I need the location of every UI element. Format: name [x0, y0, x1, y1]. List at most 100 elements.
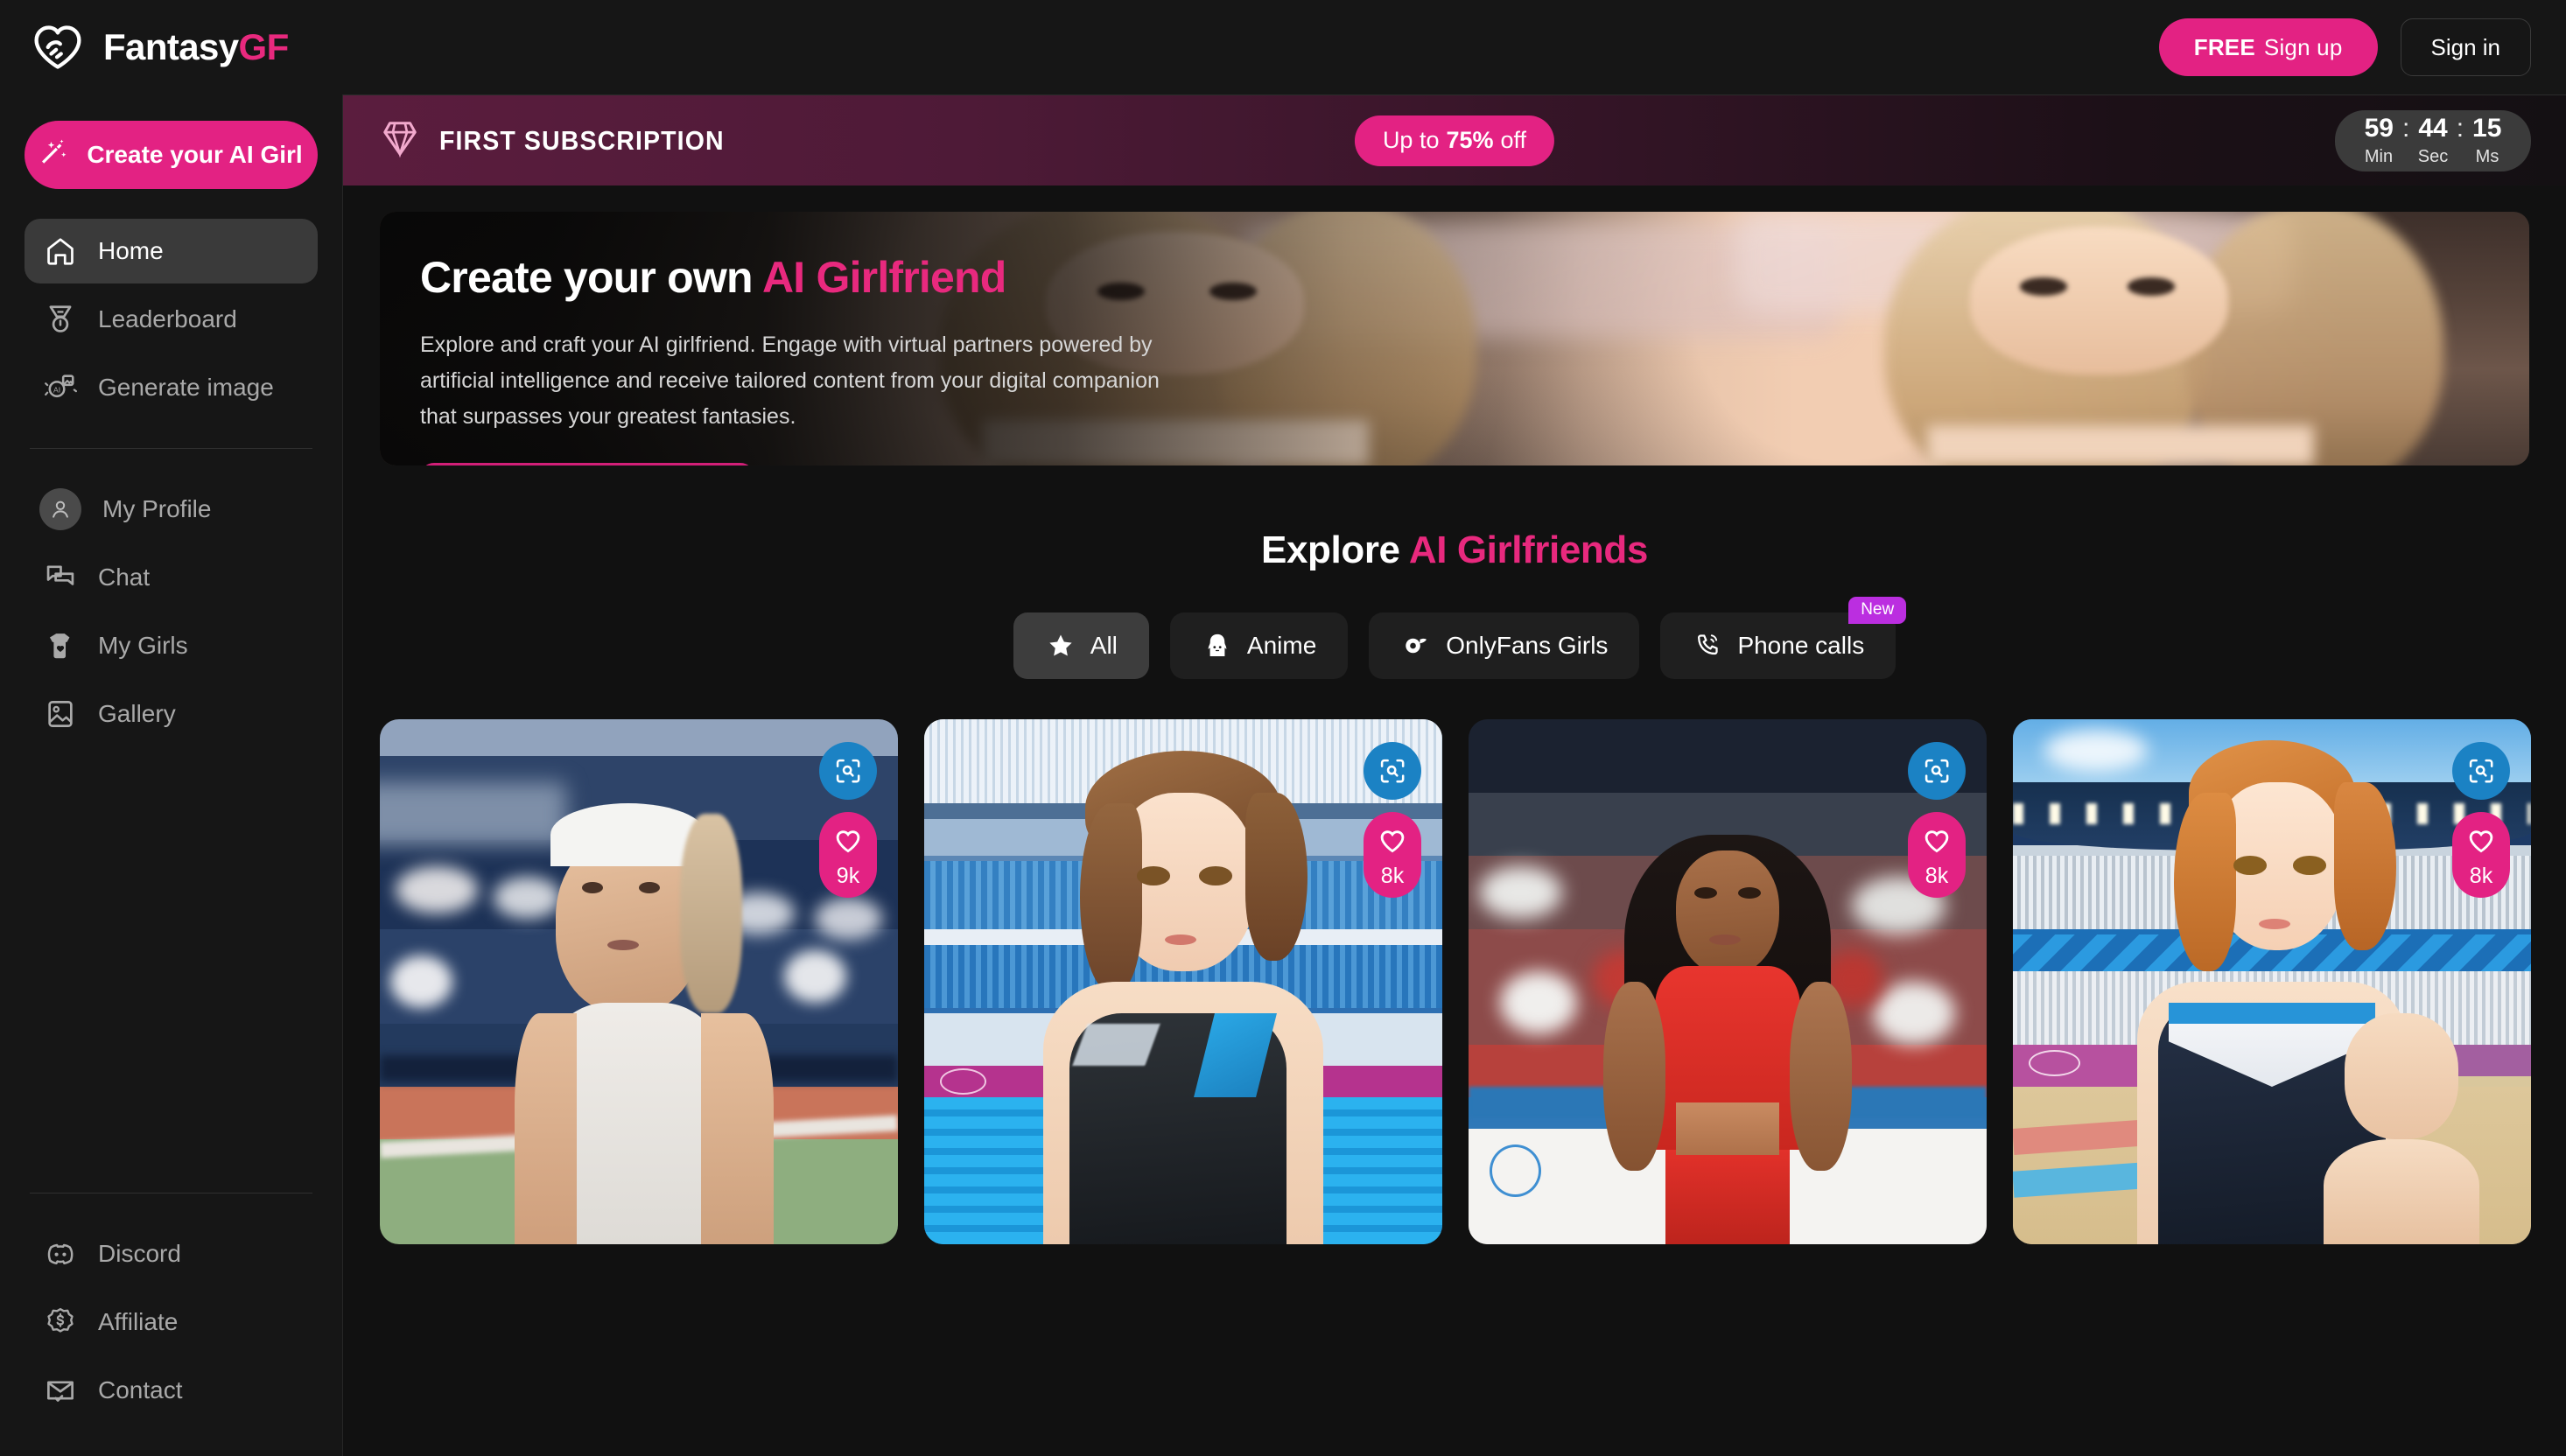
home-icon	[44, 234, 77, 268]
tab-anime[interactable]: Anime	[1169, 612, 1349, 679]
first-subscription-banner[interactable]: FIRST SUBSCRIPTION Up to 75% off 59 : 44…	[343, 94, 2566, 186]
sidebar-item-my-profile[interactable]: My Profile	[25, 477, 318, 542]
sidebar-item-discord[interactable]: Discord	[25, 1222, 318, 1286]
card-badges: 8k	[1908, 742, 1966, 898]
heart-icon	[1378, 826, 1407, 858]
sidebar-item-leaderboard[interactable]: Leaderboard	[25, 287, 318, 352]
girl-card[interactable]: 8k	[1469, 719, 1987, 1244]
create-ai-girl-label: Create your AI Girl	[87, 141, 303, 168]
sidebar-item-gallery[interactable]: Gallery	[25, 682, 318, 746]
heart-icon	[1922, 826, 1952, 858]
hero-title: Create your own AI Girlfriend	[420, 252, 1299, 303]
girl-card[interactable]: 9k	[380, 719, 898, 1244]
tab-all[interactable]: All	[1013, 612, 1149, 679]
brand-name: FantasyGF	[103, 26, 289, 67]
sidebar-item-my-girls-label: My Girls	[98, 632, 188, 659]
svg-text:AI: AI	[53, 385, 60, 394]
timer-label-min: Min	[2364, 147, 2394, 166]
top-actions: FREE Sign up Sign in	[2158, 18, 2531, 76]
tab-all-label: All	[1090, 632, 1118, 659]
phone-waves-icon	[1692, 630, 1723, 662]
explore-heading-accent: AI Girlfriends	[1408, 528, 1649, 571]
explore-heading: Explore AI Girlfriends	[343, 528, 2566, 572]
dress-heart-icon	[44, 629, 77, 662]
hero-text-block: Create your own AI Girlfriend Explore an…	[380, 212, 1299, 466]
sidebar-item-affiliate[interactable]: Affiliate	[25, 1290, 318, 1354]
like-count: 8k	[1924, 864, 1949, 888]
signin-button[interactable]: Sign in	[2400, 18, 2531, 76]
scan-search-icon[interactable]	[1364, 742, 1421, 800]
tab-anime-label: Anime	[1246, 632, 1317, 659]
sidebar-item-discord-label: Discord	[98, 1240, 181, 1267]
sidebar-item-chat[interactable]: Chat	[25, 545, 318, 610]
offer-prefix: Up to	[1382, 127, 1440, 153]
sidebar-item-generate-image[interactable]: AI Generate image	[25, 355, 318, 420]
girl-card[interactable]: 8k	[2013, 719, 2531, 1244]
timer-separator-1: :	[2401, 114, 2410, 143]
girl-cards-grid: 9k 8k 8k 8k	[380, 719, 2531, 1244]
sidebar: Create your AI Girl Home Leaderboard AI …	[0, 94, 343, 1456]
promo-offer-badge[interactable]: Up to 75% off	[1354, 115, 1555, 166]
tab-phone-calls[interactable]: Phone calls New	[1660, 597, 1907, 679]
sidebar-item-contact-label: Contact	[98, 1376, 183, 1404]
sidebar-item-affiliate-label: Affiliate	[98, 1308, 179, 1335]
hero-title-plain: Create your own	[420, 253, 762, 302]
sidebar-item-home-label: Home	[98, 237, 164, 264]
sidebar-item-contact[interactable]: Contact	[25, 1358, 318, 1423]
scan-search-icon[interactable]	[819, 742, 877, 800]
tab-phone-calls-label: Phone calls	[1737, 632, 1865, 659]
envelope-check-icon	[44, 1374, 77, 1407]
sidebar-item-leaderboard-label: Leaderboard	[98, 305, 237, 332]
sidebar-item-my-girls[interactable]: My Girls	[25, 613, 318, 678]
timer-label-sec: Sec	[2417, 147, 2449, 166]
like-button[interactable]: 9k	[819, 812, 877, 898]
heart-icon	[2466, 826, 2496, 858]
category-tabs: All Anime OnlyFans Girls Phone calls New	[343, 597, 2566, 679]
brand-logo-group[interactable]: FantasyGF	[32, 21, 289, 74]
create-ai-girl-button[interactable]: Create your AI Girl	[25, 121, 318, 189]
timer-label-ms: Ms	[2475, 147, 2499, 166]
hero-banner: Create your own AI Girlfriend Explore an…	[380, 212, 2529, 466]
sidebar-divider-bottom	[30, 1193, 312, 1194]
card-badges: 8k	[1364, 742, 1421, 898]
discord-icon	[44, 1237, 77, 1270]
top-bar: FantasyGF FREE Sign up Sign in	[0, 0, 2566, 94]
sidebar-footer: Discord Affiliate Contact	[25, 1222, 318, 1456]
tab-onlyfans-girls[interactable]: OnlyFans Girls	[1369, 612, 1640, 679]
heart-swirl-logo-icon	[32, 21, 84, 74]
like-button[interactable]: 8k	[2452, 812, 2510, 898]
timer-minutes: 59	[2364, 114, 2394, 143]
medal-icon	[44, 303, 77, 336]
tab-onlyfans-girls-label: OnlyFans Girls	[1446, 632, 1609, 659]
scan-search-icon[interactable]	[1908, 742, 1966, 800]
like-count: 8k	[1380, 864, 1405, 888]
like-count: 9k	[836, 864, 860, 888]
like-count: 8k	[2469, 864, 2493, 888]
girl-card[interactable]: 8k	[924, 719, 1442, 1244]
timer-separator-2: :	[2456, 114, 2464, 143]
magic-wand-icon	[39, 136, 71, 174]
promo-left-group: FIRST SUBSCRIPTION	[343, 118, 749, 163]
like-button[interactable]: 8k	[1364, 812, 1421, 898]
promo-title: FIRST SUBSCRIPTION	[439, 124, 725, 156]
signup-strong-text: FREE	[2193, 33, 2255, 60]
sidebar-item-home[interactable]: Home	[25, 219, 318, 284]
card-badges: 8k	[2452, 742, 2510, 898]
offer-percent: 75%	[1446, 127, 1494, 153]
user-avatar-icon	[39, 488, 81, 530]
scan-search-icon[interactable]	[2452, 742, 2510, 800]
new-badge: New	[1848, 597, 1907, 624]
dollar-badge-icon	[44, 1306, 77, 1339]
free-signup-button[interactable]: FREE Sign up	[2158, 18, 2378, 76]
card-badges: 9k	[819, 742, 877, 898]
explore-heading-plain: Explore	[1261, 528, 1409, 571]
hero-paragraph: Explore and craft your AI girlfriend. En…	[420, 332, 1160, 429]
chat-bubbles-icon	[44, 561, 77, 594]
offer-suffix: off	[1500, 127, 1527, 153]
anime-face-icon	[1202, 630, 1233, 662]
timer-ms: 15	[2472, 114, 2502, 143]
hero-create-ai-girl-button[interactable]: Create your AI Girl	[420, 463, 755, 466]
hero-title-accent: AI Girlfriend	[761, 253, 1006, 302]
like-button[interactable]: 8k	[1908, 812, 1966, 898]
